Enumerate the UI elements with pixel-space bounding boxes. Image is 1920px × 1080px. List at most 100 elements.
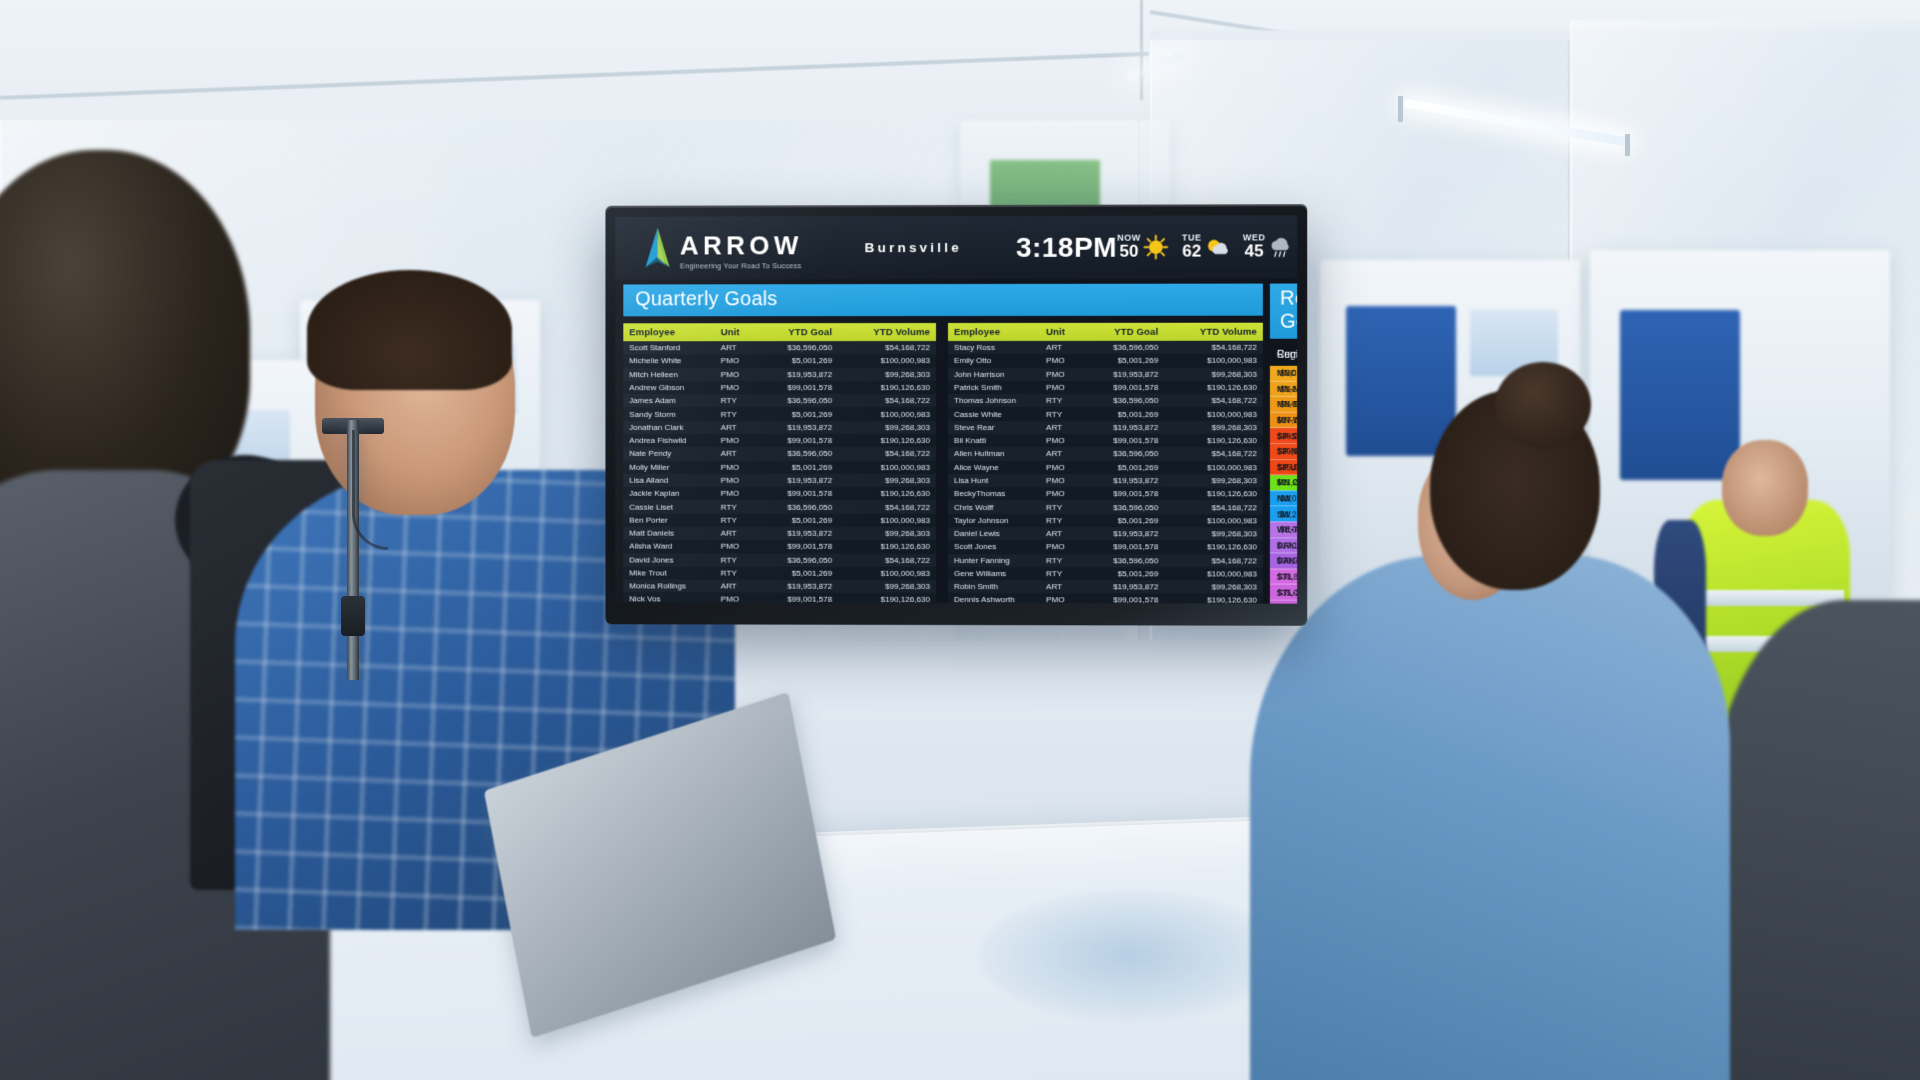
cell-volume: $190,126,630 <box>880 595 931 604</box>
cell-currently: $35,075,228 <box>1269 584 1298 601</box>
table-row: Bil Knatti PMO $99,001,578 $190,126,630 <box>948 433 1263 448</box>
table-row: Matt Daniels ART $19,953,872 $99,268,303 <box>623 526 937 541</box>
cell-goal: $36,596,050 <box>787 555 833 565</box>
column-header-employee: Employee <box>948 322 1041 342</box>
table-row: Andrea Fishwild PMO $99,001,578 $190,126,63… <box>623 433 937 448</box>
cell-volume: $99,268,303 <box>885 369 931 379</box>
cell-goal: $5,001,269 <box>1117 515 1159 526</box>
cell-currently: $11,243,621 <box>1269 600 1298 604</box>
cell-goal: $99,001,578 <box>787 595 833 604</box>
arrow-wordmark: ARROW Engineering Your Road To Success <box>679 230 803 270</box>
table-row: Scott Jones PMO $99,001,578 $190,126,630 <box>948 540 1263 554</box>
cell-unit: PMO <box>720 369 740 379</box>
table-row: Jonathan Clark ART $19,953,872 $99,268,303 <box>623 420 937 434</box>
cell-employee: Andrew Gibson <box>629 383 685 393</box>
employee-table-left: Employee Unit YTD Goal YTD Volume Scott … <box>623 323 937 604</box>
cell-volume: $100,000,983 <box>880 462 931 472</box>
dashboard-header: ARROW Engineering Your Road To Success B… <box>615 215 1298 280</box>
cell-volume: $100,000,983 <box>1207 569 1257 579</box>
cell-volume: $54,168,722 <box>885 343 931 353</box>
column-header-ytd-goal: YTD Goal <box>760 323 845 342</box>
region-row: DAK-2$38,078,512$50,894,127 <box>1269 553 1298 569</box>
cell-volume: $190,126,630 <box>1207 542 1257 552</box>
cell-unit: ART <box>720 528 737 538</box>
cell-goal: $99,001,578 <box>787 383 833 393</box>
cell-employee: Steve Rear <box>954 422 995 432</box>
cell-employee: Matt Daniels <box>629 528 674 538</box>
region-goals-panel: Region Goals Region Currently Goal MNC$2… <box>1269 283 1298 604</box>
monitor-bezel: ARROW Engineering Your Road To Success B… <box>605 204 1308 626</box>
table-head: Region Currently Goal <box>1269 345 1298 366</box>
cell-unit: PMO <box>1046 369 1065 379</box>
region-goals-table: Region Currently Goal MNC$2,089,345$1,96… <box>1269 345 1298 604</box>
column-header-ytd-volume: YTD Volume <box>1170 322 1263 341</box>
cell-employee: Alisha Ward <box>629 541 673 551</box>
region-row: STL$30,872,123$36,892,236 <box>1269 568 1298 585</box>
cell-employee: Cassie Liset <box>629 502 674 512</box>
sun-icon <box>1144 235 1169 260</box>
table-row: Sandy Storm RTY $5,001,269 $100,000,983 <box>623 407 937 421</box>
column-header-ytd-volume: YTD Volume <box>844 323 937 342</box>
table-row: Lisa Alland PMO $19,953,872 $99,268,303 <box>623 473 937 488</box>
cell-goal: $36,596,050 <box>787 343 833 353</box>
cell-employee: David Jones <box>629 555 674 565</box>
cell-goal: $19,953,872 <box>787 475 833 485</box>
cell-volume: $54,168,722 <box>1211 502 1257 512</box>
cell-goal: $99,001,578 <box>1113 436 1159 446</box>
cell-volume: $190,126,630 <box>880 382 931 393</box>
cell-currently: $35,075,228 <box>1269 459 1298 475</box>
cell-currently: $17,102,763 <box>1269 412 1298 428</box>
table-row: Steve Rear ART $19,953,872 $99,268,303 <box>948 420 1263 435</box>
cell-unit: RTY <box>720 555 737 565</box>
cell-unit: PMO <box>720 436 740 446</box>
arrow-logo-mark <box>645 227 670 267</box>
cell-goal: $5,001,269 <box>1117 569 1159 579</box>
cell-unit: RTY <box>1046 515 1063 525</box>
cell-volume: $190,126,630 <box>880 489 931 499</box>
cell-currently: $1,287,489 <box>1269 506 1298 522</box>
cell-goal: $99,001,578 <box>787 436 833 446</box>
quarterly-tables-wrapper: Employee Unit YTD Goal YTD Volume Scott … <box>623 322 1263 604</box>
cell-employee: Molly Miller <box>629 462 670 472</box>
dashboard-screen: ARROW Engineering Your Road To Success B… <box>615 215 1298 604</box>
cell-volume: $99,268,303 <box>885 582 931 592</box>
cell-employee: Mike Trout <box>629 568 667 578</box>
cell-volume: $190,126,630 <box>1207 436 1257 446</box>
region-row: STL-3$11,243,621$12,687,057 <box>1269 600 1298 604</box>
cell-unit: ART <box>1046 582 1063 592</box>
cell-employee: Nick Vos <box>629 594 661 604</box>
wall-mounted-display: ARROW Engineering Your Road To Success B… <box>605 204 1308 626</box>
cell-volume: $100,000,983 <box>1207 356 1257 366</box>
cell-employee: Sandy Storm <box>629 409 676 419</box>
person-torso <box>1710 600 1920 1080</box>
table-body: Stacy Ross ART $36,596,050 $54,168,722 Emily… <box>948 340 1263 604</box>
cell-volume: $190,126,630 <box>1207 595 1257 604</box>
cell-unit: ART <box>1046 343 1063 353</box>
person-torso <box>1250 555 1730 1080</box>
cell-volume: $54,168,722 <box>1211 556 1257 566</box>
table-row: Chris Wolff RTY $36,596,050 $54,168,722 <box>948 500 1263 514</box>
table-row: Molly Miller PMO $5,001,269 $100,000,983 <box>623 460 937 474</box>
cell-employee: Monica Rollings <box>629 581 687 591</box>
region-row: NW$2,089,345$1,963,557 <box>1269 490 1298 507</box>
employee-table-right: Employee Unit YTD Goal YTD Volume Stacy … <box>948 322 1263 604</box>
cell-goal: $36,596,050 <box>1113 555 1159 565</box>
weather-widget: NOW 50 TUE 62 WED 45 <box>1117 232 1297 261</box>
company-tagline: Engineering Your Road To Success <box>679 260 802 270</box>
cell-employee: Patrick Smith <box>954 382 1002 392</box>
cell-unit: RTY <box>720 568 737 578</box>
site-name: Burnsville <box>864 239 962 256</box>
cell-employee: Gene Williams <box>954 568 1007 579</box>
cell-goal: $5,001,269 <box>791 515 833 525</box>
cell-employee: Bil Knatti <box>954 436 986 446</box>
cell-volume: $190,126,630 <box>1207 382 1257 392</box>
region-row: SP-N$30,872,123$36,892,236 <box>1269 443 1298 460</box>
cell-employee: Michelle White <box>629 356 682 366</box>
cell-employee: Stacy Ross <box>954 343 995 353</box>
table-row: Robin Smith ART $19,953,872 $99,268,303 <box>948 580 1263 594</box>
cell-unit: RTY <box>1046 396 1063 406</box>
cell-volume: $100,000,983 <box>1207 409 1257 419</box>
table-row: Lisa Hunt PMO $19,953,872 $99,268,303 <box>948 473 1263 488</box>
cell-employee: James Adam <box>629 396 676 406</box>
region-row: SW$1,287,489$5,238,002 <box>1269 506 1298 522</box>
